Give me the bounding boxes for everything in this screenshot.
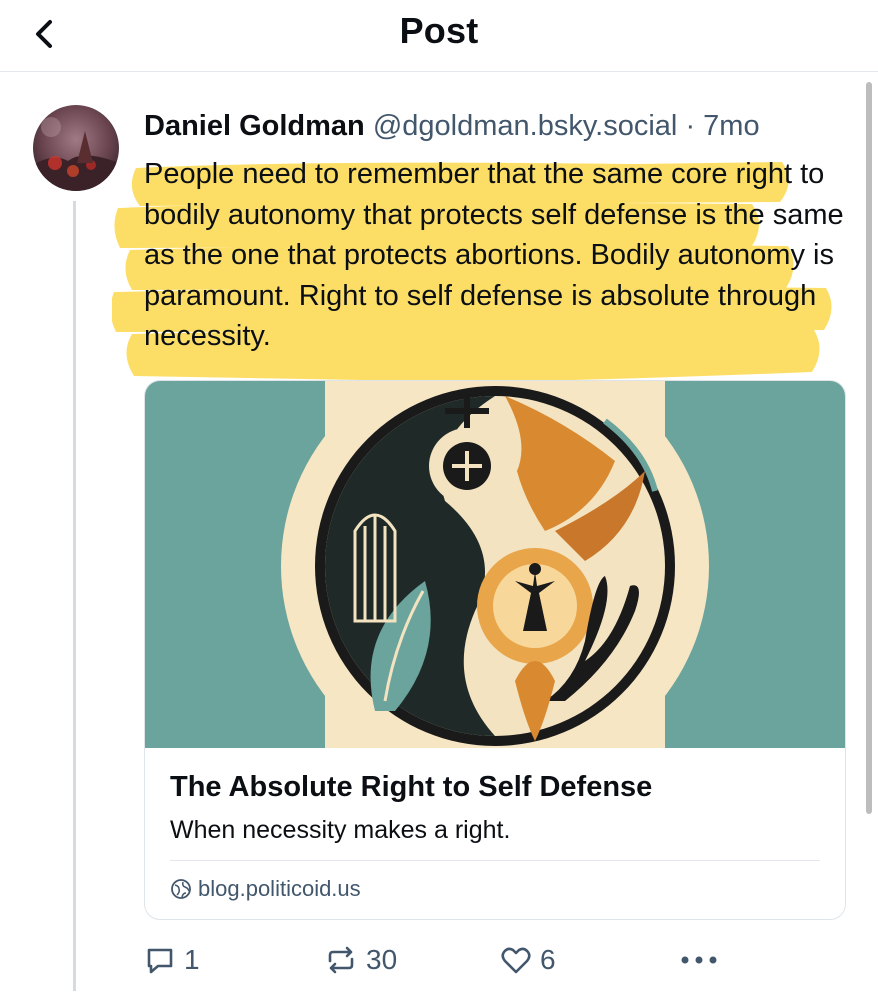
post-actions: 1 30 6 [144,938,724,982]
repost-button[interactable]: 30 [324,938,397,982]
link-card-image [145,381,845,748]
thread-line [73,201,76,991]
like-count: 6 [540,944,556,975]
author-handle[interactable]: @dgoldman.bsky.social [373,110,678,142]
link-card-domain: blog.politicoid.us [170,876,361,902]
link-card-description: When necessity makes a right. [170,816,511,844]
avatar-image [33,105,119,191]
meta-separator: · [685,110,696,142]
link-card-domain-text: blog.politicoid.us [198,876,361,901]
avatar[interactable] [33,105,119,191]
more-options-button[interactable] [679,938,719,982]
like-button[interactable]: 6 [500,938,556,982]
link-card-title: The Absolute Right to Self Defense [170,771,653,803]
repost-icon [328,946,354,974]
top-bar: Post [0,0,878,72]
post-meta: Daniel Goldman @dgoldman.bsky.social · 7… [144,110,760,143]
heart-icon [501,947,531,974]
reply-button[interactable]: 1 [144,938,200,982]
page-title: Post [399,10,479,51]
post-text: People need to remember that the same co… [144,158,844,352]
author-name[interactable]: Daniel Goldman [144,110,365,142]
reply-count: 1 [184,944,200,975]
post-timestamp[interactable]: 7mo [703,110,759,142]
repost-count: 30 [366,944,398,975]
reply-icon [147,948,173,974]
link-card[interactable]: The Absolute Right to Self Defense When … [144,380,846,920]
scrollbar[interactable] [866,82,872,814]
link-card-divider [170,860,820,861]
more-icon [681,956,717,964]
globe-icon [171,879,191,899]
